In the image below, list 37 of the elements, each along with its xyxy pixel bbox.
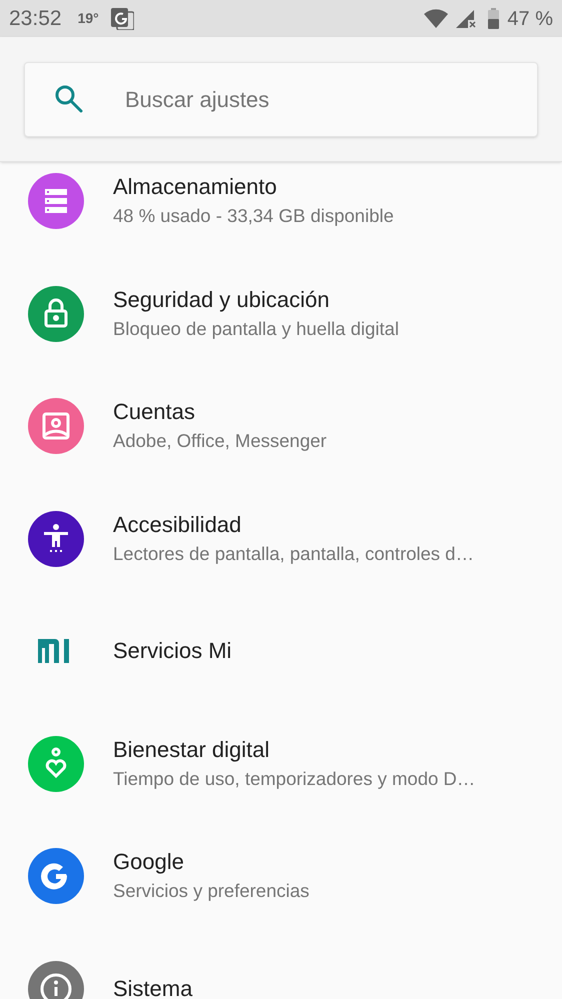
item-title: Cuentas (113, 398, 196, 426)
settings-item[interactable]: Bienestar digital Tiempo de uso, temporizadores y modo D… (0, 708, 562, 820)
search-field[interactable]: Buscar ajustes (24, 62, 538, 137)
clock: 23:52 (9, 6, 62, 32)
search-icon (54, 84, 84, 114)
g-letter-icon (28, 848, 84, 904)
item-title: Servicios Mi (113, 637, 232, 666)
accessibility-icon (28, 510, 84, 567)
item-subtitle: Tiempo de uso, temporizadores y modo D… (113, 766, 476, 791)
heart-person-icon (28, 736, 84, 792)
item-title: Almacenamiento (113, 173, 278, 202)
item-title: Sistema (113, 974, 192, 999)
settings-item[interactable]: Almacenamiento 48 % usado - 33,34 GB disponible (0, 162, 562, 258)
settings-item[interactable]: Sistema (0, 932, 562, 999)
item-title: Google (113, 848, 185, 876)
battery-icon (488, 8, 500, 29)
battery-percentage: 47 % (507, 6, 553, 32)
item-title: Accesibilidad (113, 510, 242, 539)
item-subtitle: Servicios y preferencias (113, 879, 310, 904)
wifi-icon (424, 9, 448, 28)
item-subtitle: Bloqueo de pantalla y huella digital (113, 316, 399, 341)
settings-item[interactable]: Seguridad y ubicación Bloqueo de pantalla y huella digital (0, 258, 562, 370)
item-title: Bienestar digital (113, 736, 271, 764)
account-icon (28, 398, 84, 454)
item-subtitle: 48 % usado - 33,34 GB disponible (113, 204, 394, 228)
translate-icon (110, 8, 134, 30)
item-subtitle: Adobe, Office, Messenger (113, 429, 327, 454)
settings-item[interactable]: Google Servicios y preferencias (0, 820, 562, 932)
settings-item[interactable]: Cuentas Adobe, Office, Messenger (0, 370, 562, 482)
item-subtitle: Lectores de pantalla, pantalla, controles d… (113, 542, 474, 566)
item-title: Seguridad y ubicación (113, 286, 330, 314)
lock-icon (28, 286, 84, 342)
settings-item[interactable]: Servicios Mi (0, 595, 562, 708)
storage-icon (28, 173, 84, 230)
temperature: 19° (78, 9, 99, 28)
signal-icon (456, 9, 476, 28)
settings-item[interactable]: Accesibilidad Lectores de pantalla, pantalla, controles d… (0, 482, 562, 595)
